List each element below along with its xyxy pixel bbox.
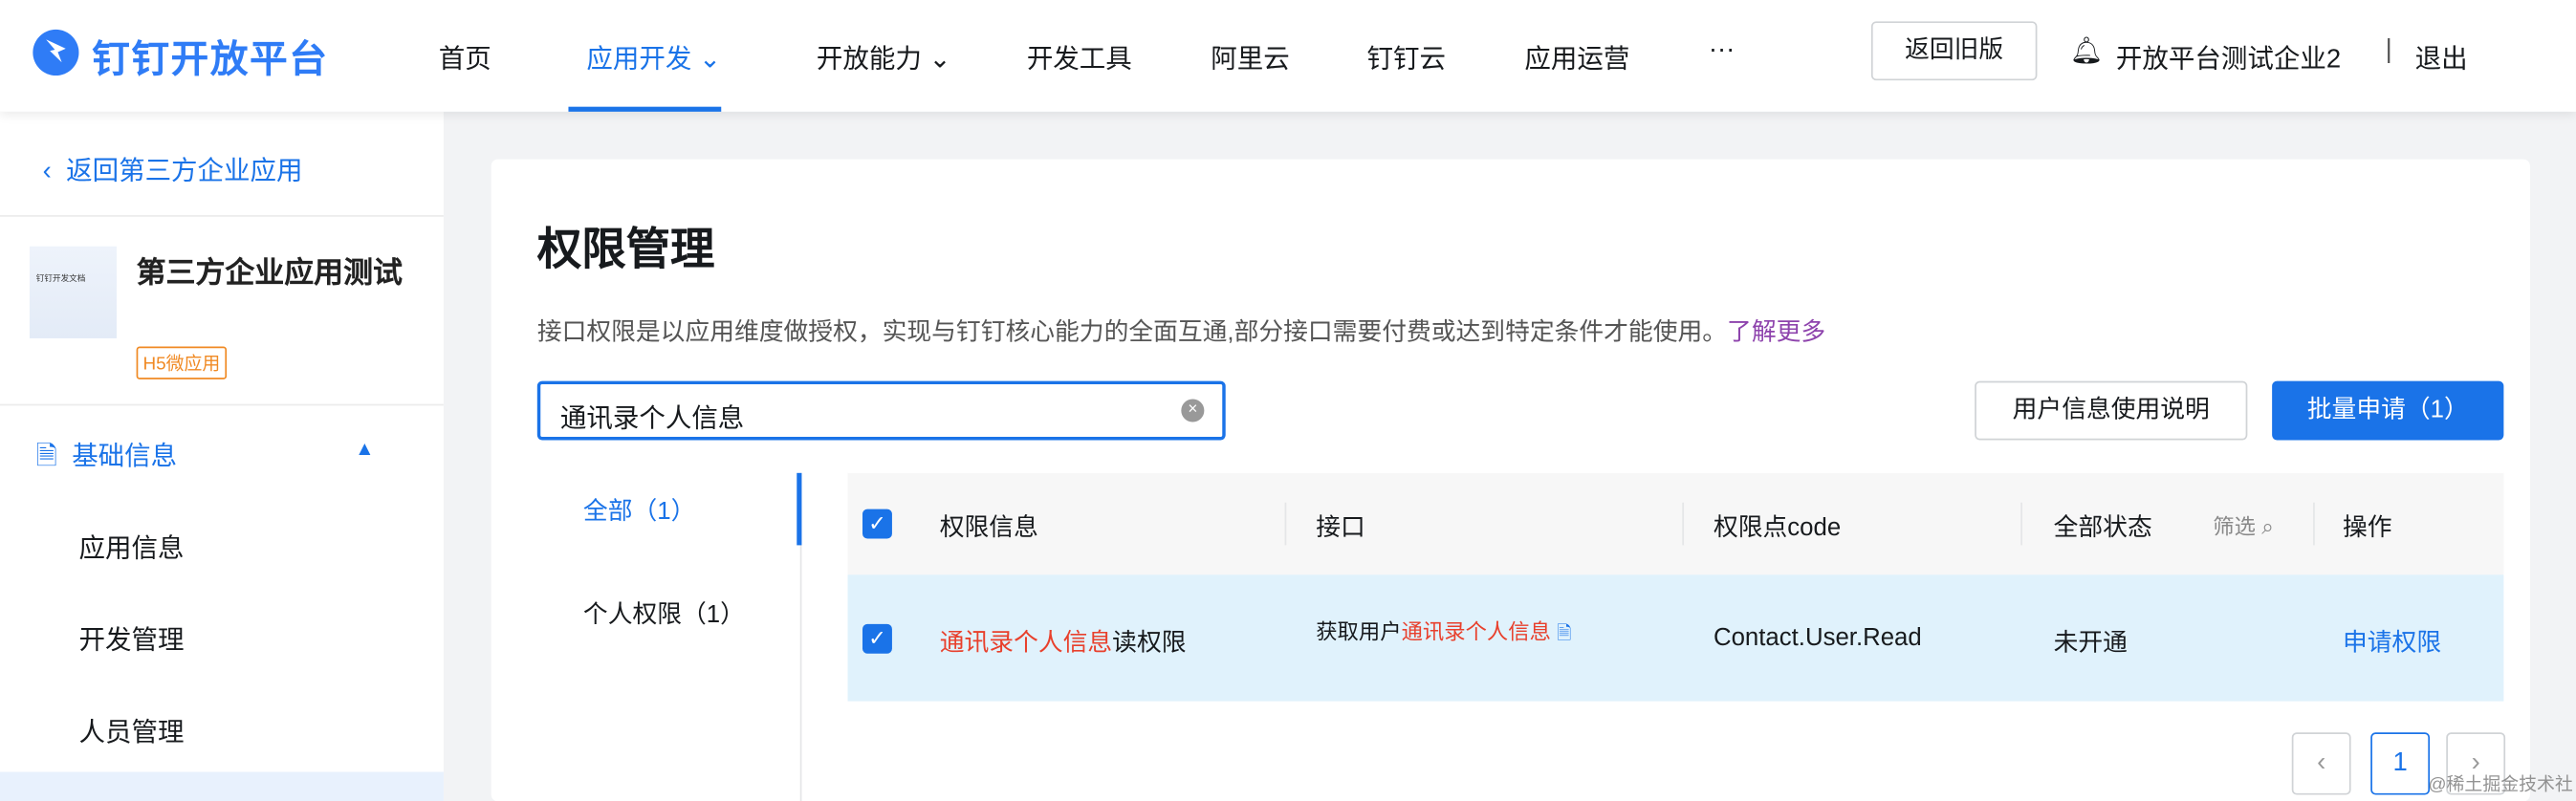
dingtalk-logo-icon[interactable] (33, 29, 79, 76)
logout-link[interactable]: 退出 (2415, 36, 2468, 76)
old-version-button[interactable]: 返回旧版 (1870, 21, 2038, 81)
nav-app-dev-label: 应用开发 (586, 46, 692, 75)
column-separator (1682, 502, 1685, 546)
search-value: 通讯录个人信息 (559, 405, 745, 434)
bell-icon[interactable]: 🔔︎ (2070, 34, 2104, 67)
user-info-guide-button[interactable]: 用户信息使用说明 (1975, 380, 2248, 441)
app-type-badge: H5微应用 (136, 346, 228, 379)
col-permission-info: 权限信息 (939, 513, 1038, 542)
nav-more[interactable]: ··· (1709, 36, 1735, 66)
page-description: 接口权限是以应用维度做授权，实现与钉钉核心能力的全面互通,部分接口需要付费或达到… (537, 314, 1825, 348)
divider (0, 215, 444, 217)
top-header: 钉钉开放平台 首页 应用开发 ⌄ 开放能力 ⌄ 开发工具 阿里云 钉钉云 应用运… (0, 0, 2576, 112)
row-checkbox[interactable]: ✓ (862, 623, 892, 654)
permission-code: Contact.User.Read (1713, 623, 1922, 653)
col-status: 全部状态 (2053, 513, 2152, 542)
learn-more-link[interactable]: 了解更多 (1727, 318, 1825, 346)
divider (0, 403, 444, 406)
highlight: 通讯录个人信息 (939, 629, 1113, 658)
col-action: 操作 (2343, 513, 2392, 542)
page-title: 权限管理 (536, 225, 715, 274)
permission-name: 通讯录个人信息读权限 (940, 624, 1187, 659)
column-separator (2313, 502, 2315, 546)
filter-label: 筛选 (2213, 513, 2256, 539)
nav-aliyun[interactable]: 阿里云 (1211, 36, 1289, 76)
nav-home[interactable]: 首页 (439, 36, 491, 76)
tab-active-indicator (797, 472, 802, 546)
section-basic-info[interactable]: 🗎 基础信息 (36, 434, 177, 484)
nav-capabilities[interactable]: 开放能力 ⌄ (817, 36, 951, 76)
prev-page-button[interactable]: ‹ (2291, 732, 2351, 795)
header-divider: | (2385, 35, 2392, 65)
nav-capabilities-label: 开放能力 (816, 46, 922, 75)
sidebar: ‹ 返回第三方企业应用 钉钉开发文档 第三方企业应用测试 H5微应用 🗎 基础信… (0, 111, 444, 801)
nav-app-ops[interactable]: 应用运营 (1524, 36, 1629, 76)
doc-link-icon[interactable]: 🗎 (1557, 624, 1571, 644)
page-1-button[interactable]: 1 (2370, 732, 2431, 795)
app-thumbnail: 钉钉开发文档 (29, 246, 117, 338)
apply-permission-link[interactable]: 申请权限 (2343, 624, 2441, 659)
batch-apply-button[interactable]: 批量申请（1） (2272, 380, 2504, 441)
clear-icon[interactable]: × (1181, 399, 1205, 422)
tab-personal[interactable]: 个人权限（1） (583, 596, 745, 631)
nav-dev-tools[interactable]: 开发工具 (1027, 36, 1132, 76)
back-link-label: 返回第三方企业应用 (66, 157, 303, 186)
document-icon: 🗎 (35, 443, 57, 472)
chevron-down-icon: ⌄ (928, 46, 951, 75)
watermark: @稀土掘金技术社区 (2428, 774, 2573, 795)
section-label: 基础信息 (72, 443, 178, 472)
sidebar-item-people[interactable]: 人员管理 (78, 709, 184, 748)
app-name: 第三方企业应用测试 (136, 256, 403, 290)
sidebar-item-selected[interactable] (0, 771, 444, 801)
description-text: 接口权限是以应用维度做授权，实现与钉钉核心能力的全面互通,部分接口需要付费或达到… (536, 318, 1728, 347)
status-filter[interactable]: 筛选 ⌕ (2213, 509, 2273, 541)
column-separator (1284, 502, 1287, 546)
caret-up-icon[interactable]: ▲ (355, 437, 374, 460)
select-all-checkbox[interactable]: ✓ (862, 509, 892, 539)
api-prefix: 获取用户 (1316, 618, 1402, 644)
status-value: 未开通 (2053, 629, 2128, 658)
chevron-left-icon: ‹ (42, 157, 52, 186)
column-separator (2020, 502, 2022, 546)
perm-rest: 读权限 (1112, 629, 1187, 658)
sidebar-item-app-info[interactable]: 应用信息 (78, 526, 184, 565)
nav-app-dev[interactable]: 应用开发 ⌄ (586, 36, 721, 76)
nav-active-indicator (568, 106, 722, 112)
sidebar-item-dev-manage[interactable]: 开发管理 (78, 617, 184, 657)
col-permission-code: 权限点code (1713, 513, 1842, 542)
search-input[interactable]: 通讯录个人信息 (536, 380, 1226, 441)
nav-dingtalk-cloud[interactable]: 钉钉云 (1366, 36, 1445, 76)
search-icon: ⌕ (2261, 513, 2274, 539)
api-name[interactable]: 获取用户通讯录个人信息 🗎 (1316, 615, 1571, 651)
org-name[interactable]: 开放平台测试企业2 (2116, 36, 2341, 76)
back-link[interactable]: ‹ 返回第三方企业应用 (43, 148, 303, 187)
chevron-down-icon: ⌄ (698, 46, 722, 75)
col-api: 接口 (1316, 513, 1365, 542)
tab-all[interactable]: 全部（1） (583, 492, 695, 527)
highlight: 通讯录个人信息 (1401, 618, 1551, 644)
logo-text[interactable]: 钉钉开放平台 (92, 28, 328, 83)
thumb-title: 钉钉开发文档 (35, 273, 86, 285)
